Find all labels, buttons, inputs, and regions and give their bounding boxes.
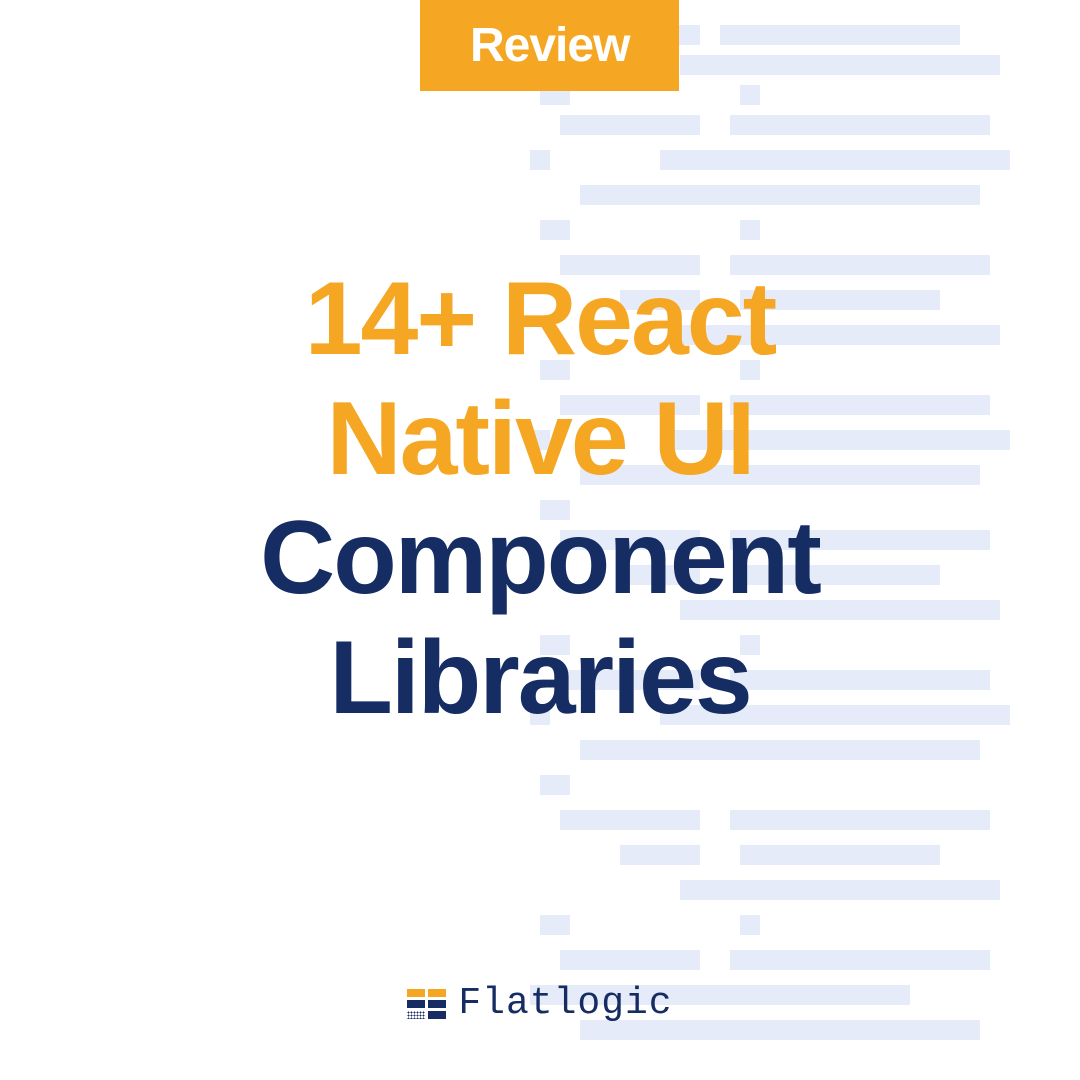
main-title: 14+ React Native UI Component Libraries: [0, 260, 1080, 738]
title-line-4: Libraries: [0, 619, 1080, 739]
brand-logo: Flatlogic: [0, 982, 1080, 1025]
title-line-3: Component: [0, 499, 1080, 619]
category-badge: Review: [420, 0, 679, 91]
badge-label: Review: [470, 19, 629, 72]
title-line-2: Native UI: [0, 380, 1080, 500]
logo-text: Flatlogic: [458, 982, 672, 1025]
logo-icon: [407, 989, 446, 1019]
title-line-1: 14+ React: [0, 260, 1080, 380]
